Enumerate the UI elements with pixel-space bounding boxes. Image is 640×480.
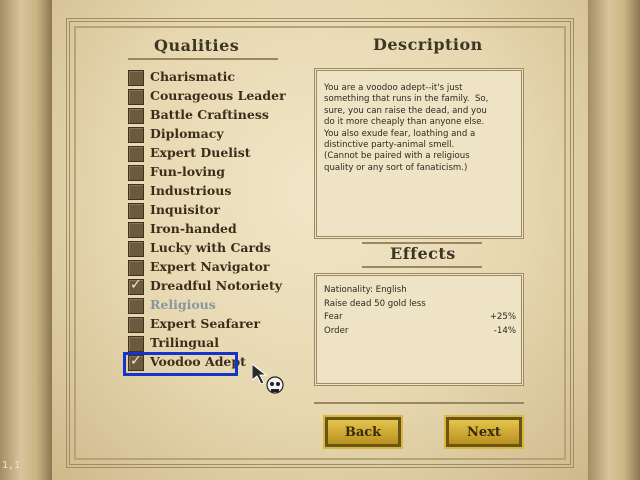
quality-checkbox[interactable] (128, 336, 144, 352)
quality-checkbox[interactable] (128, 184, 144, 200)
buttons-divider (314, 402, 524, 404)
quality-label: Diplomacy (150, 126, 224, 141)
effect-row: Fear +25% (324, 312, 516, 322)
scroll-edge-right (586, 0, 640, 480)
quality-item[interactable]: Diplomacy (124, 125, 284, 144)
effect-label: Fear (324, 312, 343, 322)
quality-checkbox[interactable] (128, 260, 144, 276)
quality-checkbox[interactable] (128, 108, 144, 124)
effects-bottom-rule (362, 266, 482, 268)
effect-value: +25% (489, 312, 516, 322)
description-text: You are a voodoo adept--it's just someth… (324, 83, 489, 173)
quality-checkbox[interactable] (128, 89, 144, 105)
quality-checkbox[interactable]: ✓ (128, 277, 144, 295)
quality-label: Fun-loving (150, 164, 225, 179)
quality-checkbox[interactable] (128, 222, 144, 238)
effect-row: Order -14% (324, 326, 516, 336)
qualities-title: Qualities (154, 36, 240, 55)
quality-label: Expert Navigator (150, 259, 270, 274)
next-button-label: Next (467, 425, 501, 440)
quality-label: Industrious (150, 183, 232, 198)
quality-label: Iron-handed (150, 221, 237, 236)
quality-label: Inquisitor (150, 202, 220, 217)
quality-item[interactable]: Expert Duelist (124, 144, 284, 163)
quality-item[interactable]: Fun-loving (124, 163, 284, 182)
quality-checkbox[interactable] (128, 70, 144, 86)
qualities-underline (128, 58, 278, 60)
quality-checkbox[interactable] (128, 146, 144, 162)
quality-label: Trilingual (150, 335, 219, 350)
quality-item[interactable]: ✓ Dreadful Notoriety (124, 277, 284, 296)
effect-label: Order (324, 325, 349, 336)
quality-label: Dreadful Notoriety (150, 278, 282, 293)
coordinate-readout: 1,1 (2, 460, 21, 471)
back-button-label: Back (344, 425, 382, 440)
scroll-edge-left (0, 0, 54, 480)
game-screen: Qualities Description You are a voodoo a… (0, 0, 640, 480)
description-title: Description (373, 35, 483, 54)
effects-top-rule (362, 242, 482, 244)
quality-label: Charismatic (150, 69, 235, 84)
checkmark-icon: ✓ (130, 277, 142, 293)
quality-checkbox (128, 298, 144, 314)
quality-item[interactable]: Courageous Leader (124, 87, 286, 106)
quality-label: Religious (150, 297, 216, 312)
quality-label: Battle Craftiness (150, 107, 269, 122)
effect-label: Nationality: English (324, 285, 407, 295)
quality-item: Religious (124, 296, 284, 315)
quality-label: Lucky with Cards (150, 240, 271, 255)
quality-label: Expert Duelist (150, 145, 251, 160)
quality-item[interactable]: Battle Craftiness (124, 106, 284, 125)
quality-checkbox[interactable] (128, 165, 144, 181)
quality-item[interactable]: Charismatic (124, 68, 284, 87)
quality-label: Expert Seafarer (150, 316, 261, 331)
effect-label: Raise dead 50 gold less (324, 298, 426, 309)
quality-item[interactable]: Trilingual (124, 334, 284, 353)
quality-label: Courageous Leader (150, 88, 286, 103)
quality-checkbox[interactable] (128, 127, 144, 143)
quality-item[interactable]: Iron-handed (124, 220, 284, 239)
quality-checkbox[interactable] (128, 203, 144, 219)
skull-cursor-icon (252, 364, 284, 394)
quality-item[interactable]: Expert Seafarer (124, 315, 284, 334)
effect-value: -14% (493, 325, 516, 336)
back-button[interactable]: Back (325, 417, 401, 447)
quality-item[interactable]: Industrious (124, 182, 284, 201)
next-button[interactable]: Next (446, 417, 522, 447)
quality-item[interactable]: Lucky with Cards (124, 239, 284, 258)
effect-row: Nationality: English (324, 285, 516, 295)
quality-item[interactable]: Expert Navigator (124, 258, 284, 277)
quality-checkbox[interactable] (128, 317, 144, 333)
selected-quality-highlight (123, 352, 238, 376)
quality-checkbox[interactable] (128, 241, 144, 257)
effect-row: Raise dead 50 gold less (324, 299, 516, 309)
quality-item[interactable]: Inquisitor (124, 201, 284, 220)
effects-title: Effects (390, 244, 456, 263)
